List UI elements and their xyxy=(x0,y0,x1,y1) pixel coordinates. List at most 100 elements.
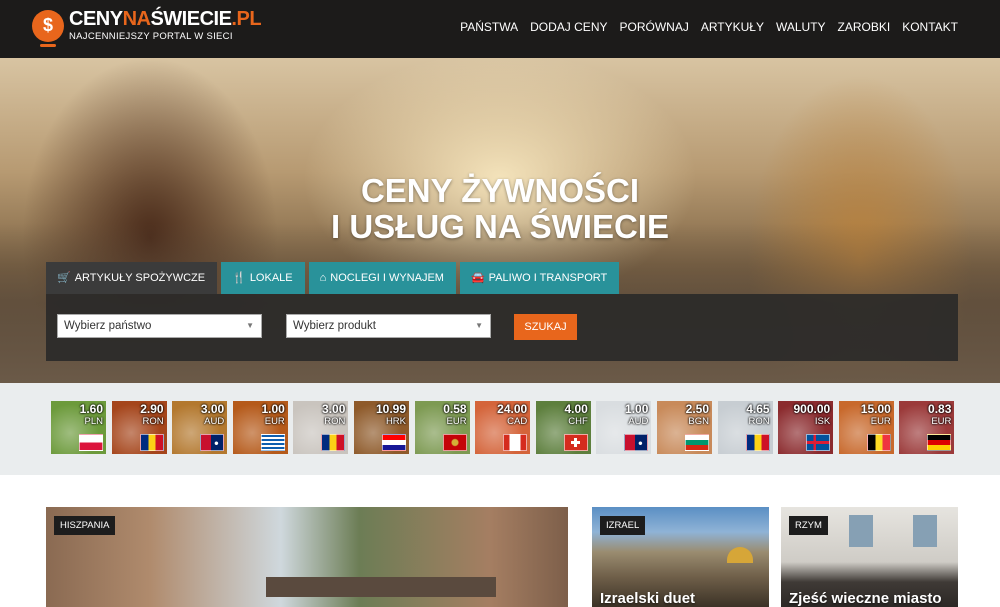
price-tile[interactable]: 0.58 EUR xyxy=(414,401,470,454)
price-tile[interactable]: 1.60 PLN xyxy=(51,401,106,454)
product-select[interactable]: Wybierz produkt ▼ xyxy=(286,314,491,338)
price-currency: RON xyxy=(324,416,346,427)
article-card-hiszpania[interactable]: HISZPANIA xyxy=(46,507,568,607)
price-currency: EUR xyxy=(264,416,285,427)
price-value: 10.99 xyxy=(375,402,406,416)
price-tile[interactable]: 10.99 HRK xyxy=(354,401,409,454)
article-card-izrael[interactable]: IZRAEL Izraelski duet xyxy=(592,507,769,607)
dropdown-arrow-icon: ▼ xyxy=(246,321,254,330)
ch-flag-icon xyxy=(563,434,588,451)
price-value: 24.00 xyxy=(497,402,528,416)
price-tile[interactable]: 15.00 EUR xyxy=(838,401,894,454)
nav-link-waluty[interactable]: WALUTY xyxy=(776,20,826,34)
ro-flag-icon xyxy=(745,434,770,451)
tab-artykuly-spozywcze[interactable]: 🛒 ARTYKUŁY SPOŻYWCZE xyxy=(46,262,218,294)
price-tile[interactable]: 2.90 RON xyxy=(111,401,167,454)
site-logo[interactable]: $ CENYNAŚWIECIE.PL NAJCENNIEJSZY PORTAL … xyxy=(32,8,262,47)
price-currency: HRK xyxy=(385,416,406,427)
nav-link-panstwa[interactable]: PAŃSTWA xyxy=(460,20,518,34)
cart-icon: 🛒 xyxy=(57,272,71,284)
bg-flag-icon xyxy=(685,434,709,451)
ca-flag-icon xyxy=(503,434,528,451)
price-currency: PLN xyxy=(84,416,103,427)
price-tile[interactable]: 1.00 AUD xyxy=(596,401,652,454)
price-tile[interactable]: 24.00 CAD xyxy=(475,401,531,454)
ro-flag-icon xyxy=(139,434,164,451)
price-tile[interactable]: 4.00 CHF xyxy=(535,401,591,454)
country-select[interactable]: Wybierz państwo ▼ xyxy=(57,314,262,338)
price-currency: AUD xyxy=(628,416,649,427)
search-panel: Wybierz państwo ▼ Wybierz produkt ▼ SZUK… xyxy=(46,294,958,361)
price-value: 15.00 xyxy=(860,402,891,416)
price-value: 1.60 xyxy=(79,402,103,416)
price-tile[interactable]: 2.50 BGN xyxy=(657,401,712,454)
car-icon: 🚘 xyxy=(470,272,485,284)
hero-title: CENY ŻYWNOŚCI I USŁUG NA ŚWIECIE xyxy=(331,172,669,245)
price-currency: RON xyxy=(748,416,770,427)
article-tag: IZRAEL xyxy=(600,516,646,535)
price-value: 3.00 xyxy=(322,402,346,416)
brand-name: CENYNAŚWIECIE.PL xyxy=(69,8,262,30)
article-card-rzym[interactable]: RZYM Zjeść wieczne miasto xyxy=(781,507,958,607)
price-currency: ISK xyxy=(814,416,831,427)
price-currency: EUR xyxy=(931,416,952,427)
price-currency: AUD xyxy=(204,416,225,427)
site-header: $ CENYNAŚWIECIE.PL NAJCENNIEJSZY PORTAL … xyxy=(0,0,1000,58)
window-image xyxy=(913,515,937,547)
article-title: Izraelski duet xyxy=(600,590,696,607)
article-tag: RZYM xyxy=(789,516,828,535)
tab-paliwo-i-transport[interactable]: 🚘 PALIWO I TRANSPORT xyxy=(459,262,620,294)
search-button[interactable]: SZUKAJ xyxy=(514,314,577,340)
au-flag-icon xyxy=(624,434,649,451)
price-value: 4.00 xyxy=(564,402,588,416)
bridge-image xyxy=(266,577,496,597)
nav-link-dodaj-ceny[interactable]: DODAJ CENY xyxy=(530,20,607,34)
home-icon: ⌂ xyxy=(319,272,327,284)
main-nav: PAŃSTWA DODAJ CENY PORÓWNAJ ARTYKUŁY WAL… xyxy=(460,20,958,34)
fork-knife-icon: 🍴 xyxy=(232,272,246,284)
dollar-globe-icon: $ xyxy=(32,9,64,47)
price-currency: CHF xyxy=(568,416,588,427)
tab-lokale[interactable]: 🍴 LOKALE xyxy=(221,262,305,294)
price-strip: 1.60 PLN 2.90 RON 3.00 AUD 1.00 EUR 3.00 RON 10.99… xyxy=(0,383,1000,475)
tab-noclegi-i-wynajem[interactable]: ⌂ NOCLEGI I WYNAJEM xyxy=(308,262,456,294)
au-flag-icon xyxy=(200,434,225,451)
price-value: 3.00 xyxy=(200,402,225,416)
nav-link-kontakt[interactable]: KONTAKT xyxy=(902,20,958,34)
price-value: 900.00 xyxy=(793,402,831,416)
price-currency: EUR xyxy=(870,416,891,427)
category-tabs: 🛒 ARTYKUŁY SPOŻYWCZE 🍴 LOKALE ⌂ NOCLEGI I W… xyxy=(46,262,620,294)
pl-flag-icon xyxy=(79,434,103,451)
price-value: 2.50 xyxy=(685,402,709,416)
price-tile[interactable]: 1.00 EUR xyxy=(232,401,288,454)
ro-flag-icon xyxy=(321,434,346,451)
de-flag-icon xyxy=(927,434,952,451)
price-value: 1.00 xyxy=(261,402,285,416)
article-title: Zjeść wieczne miasto xyxy=(789,590,942,607)
price-tile[interactable]: 4.65 RON xyxy=(717,401,773,454)
price-tile[interactable]: 900.00 ISK xyxy=(778,401,834,454)
window-image xyxy=(849,515,873,547)
price-value: 0.58 xyxy=(443,402,467,416)
price-tile[interactable]: 0.83 EUR xyxy=(899,401,955,454)
is-flag-icon xyxy=(806,434,831,451)
dome-image xyxy=(727,547,753,563)
nav-link-zarobki[interactable]: ZAROBKI xyxy=(838,20,891,34)
price-tile[interactable]: 3.00 RON xyxy=(293,401,349,454)
article-tag: HISZPANIA xyxy=(54,516,116,535)
price-value: 2.90 xyxy=(140,402,164,416)
price-currency: BGN xyxy=(688,416,709,427)
price-currency: RON xyxy=(142,416,164,427)
price-value: 4.65 xyxy=(746,402,770,416)
price-tile[interactable]: 3.00 AUD xyxy=(172,401,228,454)
nav-link-porownaj[interactable]: PORÓWNAJ xyxy=(619,20,688,34)
nav-link-artykuly[interactable]: ARTYKUŁY xyxy=(701,20,764,34)
gr-flag-icon xyxy=(260,434,285,451)
price-value: 1.00 xyxy=(625,402,649,416)
price-currency: CAD xyxy=(507,416,528,427)
price-value: 0.83 xyxy=(928,402,952,416)
hr-flag-icon xyxy=(382,434,406,451)
brand-tagline: NAJCENNIEJSZY PORTAL W SIECI xyxy=(69,31,233,42)
price-currency: EUR xyxy=(446,416,467,427)
me-flag-icon xyxy=(442,434,467,451)
